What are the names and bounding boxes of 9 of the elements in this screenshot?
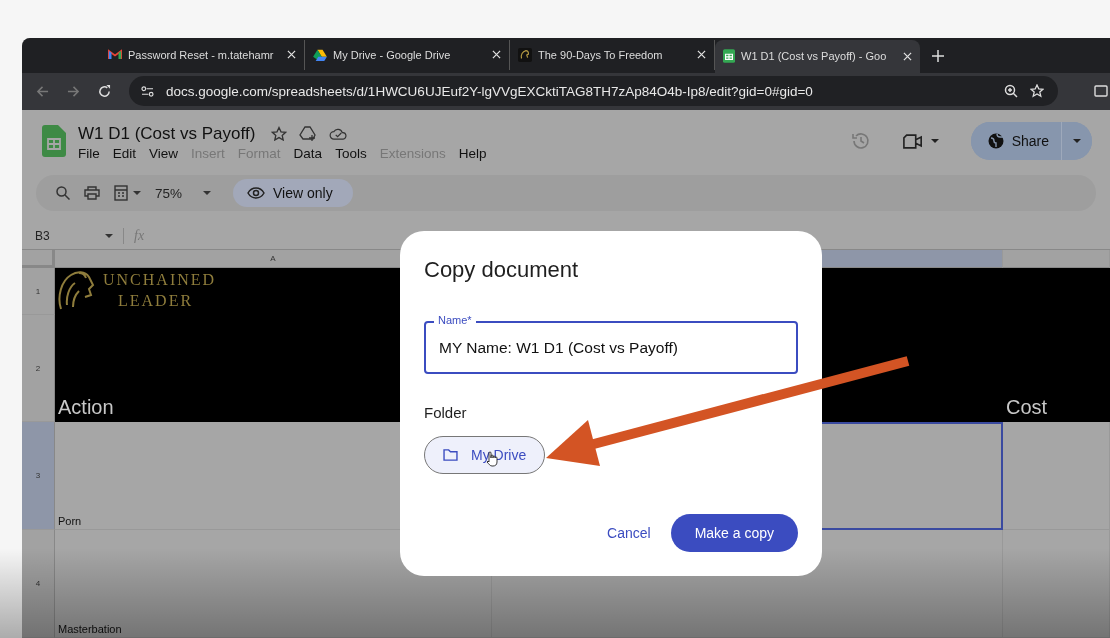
url-text: docs.google.com/spreadsheets/d/1HWCU6UJEuf2Y-lgVVgEXCktiTAG8TH7zAp84O4b-Ip8/edit?gid=0#gid=0 <box>166 83 813 99</box>
field-label: Name* <box>434 313 476 327</box>
cell-text: Cost <box>1006 396 1048 419</box>
cell-text: Porn <box>58 515 82 527</box>
brand-name: LEADER <box>117 291 195 311</box>
cell-text: Action <box>58 396 114 419</box>
folder-label: Folder <box>424 404 468 421</box>
cell-text: Masterbation <box>58 623 122 635</box>
brand-name: UNCHAINED <box>103 270 217 290</box>
